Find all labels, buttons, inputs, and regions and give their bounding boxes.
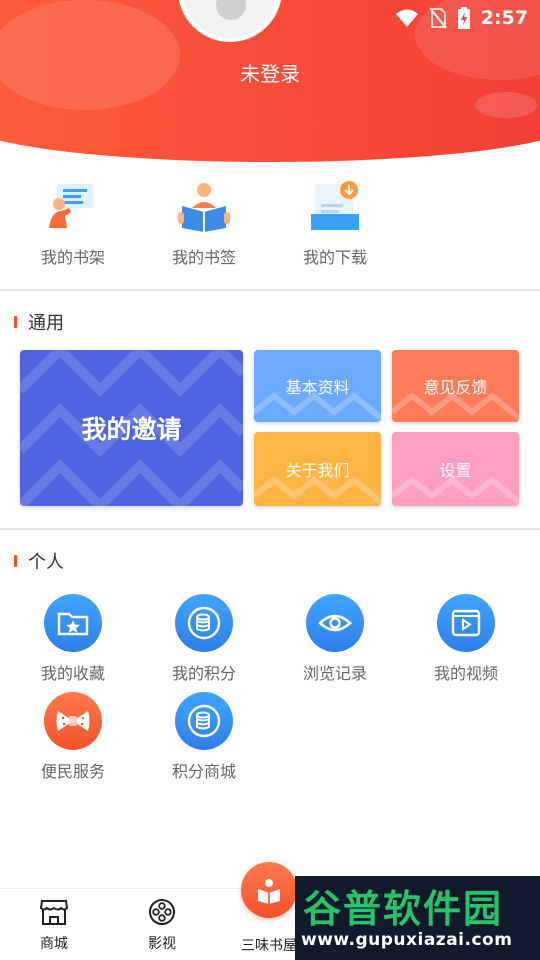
about-label: 关于我们 bbox=[285, 461, 350, 480]
quick-item-bookshelf[interactable]: 我的书架 bbox=[18, 178, 128, 268]
quick-item-bookmark[interactable]: 我的书签 bbox=[149, 178, 259, 268]
invite-card[interactable]: 我的邀请 bbox=[20, 350, 243, 506]
status-bar: 2:57 bbox=[395, 4, 528, 32]
header-decoration bbox=[475, 92, 537, 118]
nav-item-store[interactable]: 商城 bbox=[9, 897, 99, 953]
personal-item-label: 我的视频 bbox=[433, 664, 498, 683]
video-icon bbox=[437, 594, 495, 652]
invite-label: 我的邀请 bbox=[81, 415, 182, 444]
personal-item-services[interactable]: 便民服务 bbox=[18, 692, 128, 782]
quick-item-download[interactable]: 我的下载 bbox=[280, 178, 390, 268]
battery-charging-icon bbox=[457, 7, 470, 29]
personal-item-favorites[interactable]: 我的收藏 bbox=[18, 594, 128, 684]
login-status[interactable]: 未登录 bbox=[0, 58, 540, 87]
personal-item-videos[interactable]: 我的视频 bbox=[411, 594, 521, 684]
no-sim-icon bbox=[428, 7, 447, 29]
status-time: 2:57 bbox=[480, 7, 528, 29]
basic-info-label: 基本资料 bbox=[285, 378, 350, 397]
watermark-url: www.gupuxiazai.com bbox=[301, 930, 513, 950]
divider bbox=[0, 289, 540, 291]
divider bbox=[0, 528, 540, 530]
section-title-general: 通用 bbox=[14, 309, 64, 335]
wifi-icon bbox=[395, 9, 418, 27]
feedback-card[interactable]: 意见反馈 bbox=[392, 350, 519, 422]
section-marker bbox=[14, 316, 17, 328]
quick-item-label: 我的书架 bbox=[40, 248, 105, 267]
quick-item-label: 我的下载 bbox=[302, 248, 367, 267]
nav-item-movies[interactable]: 影视 bbox=[117, 897, 207, 953]
personal-item-points-mall[interactable]: 积分商城 bbox=[149, 692, 259, 782]
about-card[interactable]: 关于我们 bbox=[254, 432, 381, 506]
feedback-label: 意见反馈 bbox=[423, 378, 488, 397]
eye-icon bbox=[306, 594, 364, 652]
nav-label: 影视 bbox=[148, 936, 176, 952]
basic-info-card[interactable]: 基本资料 bbox=[254, 350, 381, 422]
header-decoration bbox=[0, 0, 180, 110]
quick-actions: 我的书架 我的书签 我的下载 bbox=[0, 178, 540, 274]
avatar[interactable] bbox=[178, 0, 282, 42]
personal-item-label: 我的收藏 bbox=[40, 664, 105, 683]
section-marker bbox=[14, 555, 17, 567]
favorite-folder-icon bbox=[44, 594, 102, 652]
film-reel-icon bbox=[149, 899, 175, 925]
personal-item-points[interactable]: 我的积分 bbox=[149, 594, 259, 684]
coins-icon bbox=[175, 594, 233, 652]
section-title-text: 个人 bbox=[28, 552, 64, 573]
settings-card[interactable]: 设置 bbox=[392, 432, 519, 506]
reading-icon[interactable] bbox=[241, 862, 297, 918]
personal-item-label: 我的积分 bbox=[171, 664, 236, 683]
bow-icon bbox=[44, 692, 102, 750]
section-title-personal: 个人 bbox=[14, 548, 64, 574]
settings-label: 设置 bbox=[439, 461, 472, 480]
store-icon bbox=[39, 900, 69, 925]
personal-item-label: 积分商城 bbox=[171, 762, 236, 781]
download-icon bbox=[311, 181, 359, 230]
watermark-title: 谷普软件园 bbox=[303, 887, 504, 931]
personal-item-label: 浏览记录 bbox=[302, 664, 367, 683]
watermark: 谷普软件园 www.gupuxiazai.com bbox=[295, 876, 540, 960]
bookmark-reader-icon bbox=[178, 183, 230, 232]
profile-screen: 未登录 2:57 我的书架 我的书签 我的下载 通用 我的邀请 基本资料 意见反… bbox=[0, 0, 540, 960]
avatar-placeholder-icon bbox=[216, 0, 246, 20]
quick-item-label: 我的书签 bbox=[171, 248, 236, 267]
nav-label: 商城 bbox=[40, 936, 68, 952]
personal-item-history[interactable]: 浏览记录 bbox=[280, 594, 390, 684]
personal-item-label: 便民服务 bbox=[40, 762, 105, 781]
coins-icon bbox=[175, 692, 233, 750]
bookshelf-icon bbox=[49, 184, 93, 228]
section-title-text: 通用 bbox=[28, 313, 64, 334]
